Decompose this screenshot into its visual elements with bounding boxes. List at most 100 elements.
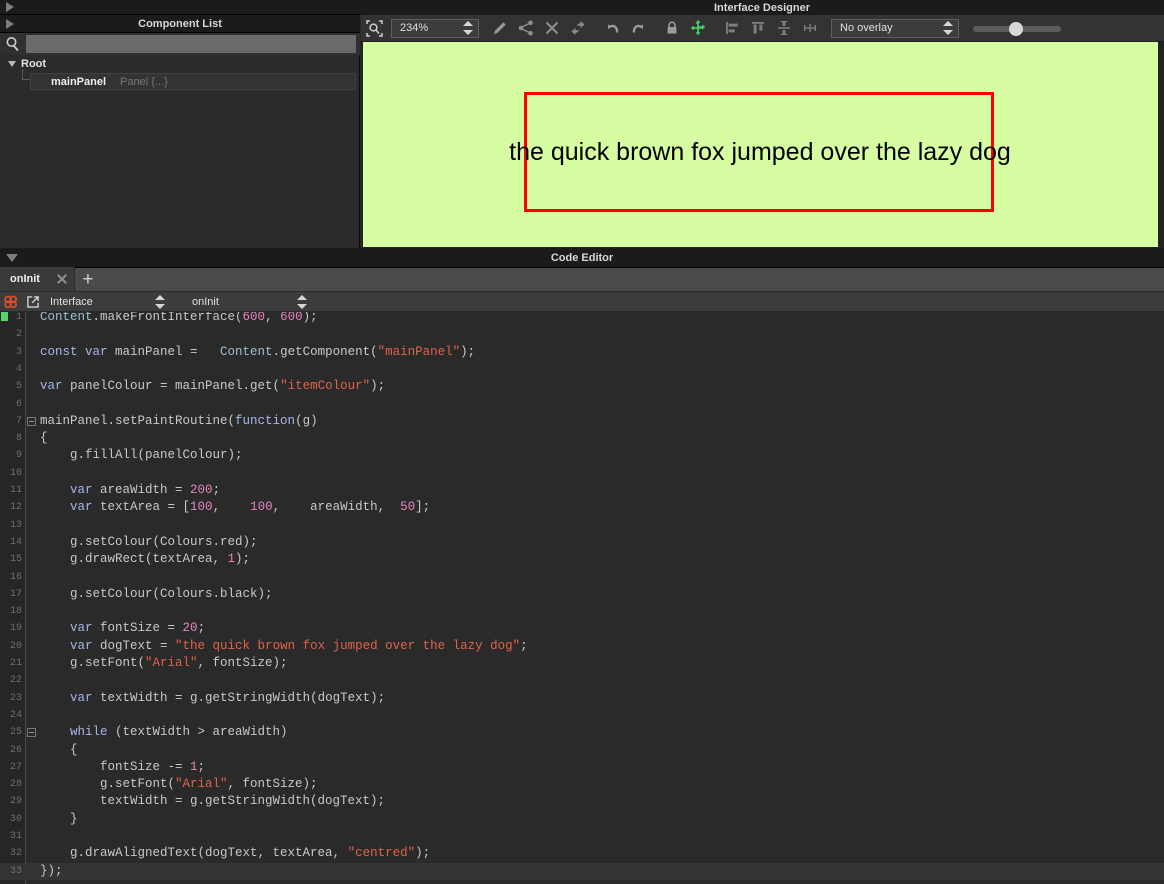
delete-x-icon[interactable] [539,15,565,42]
code-line[interactable]: 24 [0,707,1164,724]
lock-icon[interactable] [659,15,685,42]
code-line[interactable]: 8{ [0,430,1164,447]
line-number: 11 [9,485,22,496]
code-line[interactable]: 32 g.drawAlignedText(dogText, textArea, … [0,845,1164,862]
callback-select[interactable]: onInit [186,292,316,312]
code-line[interactable]: 29 textWidth = g.getStringWidth(dogText)… [0,793,1164,810]
line-number: 12 [9,502,22,514]
code-line[interactable]: 23 var textWidth = g.getStringWidth(dogT… [0,690,1164,707]
line-number: 28 [9,779,22,791]
code-line[interactable]: 6 [0,396,1164,413]
code-line[interactable]: 28 g.setFont("Arial", fontSize); [0,776,1164,793]
line-number: 27 [9,761,22,773]
component-list-title: Component List [138,17,222,30]
external-link-icon[interactable] [22,292,44,312]
code-line[interactable]: 26 { [0,742,1164,759]
tree-item-mainpanel[interactable]: mainPanel Panel {...} [30,73,356,90]
code-line[interactable]: 11 var areaWidth = 200; [0,482,1164,499]
code-line[interactable]: 19 var fontSize = 20; [0,620,1164,637]
code-text: mainPanel.setPaintRoutine(function(g) [40,413,318,428]
code-line[interactable]: 1 Content.makeFrontInterface(600, 600); [0,312,1164,326]
align-top-icon[interactable] [745,15,771,42]
code-text: textWidth = g.getStringWidth(dogText); [40,794,386,809]
code-line[interactable]: 27 fontSize -= 1; [0,759,1164,776]
search-input[interactable] [26,35,356,53]
code-line[interactable]: 18 [0,603,1164,620]
code-line[interactable]: 25 while (textWidth > areaWidth) [0,724,1164,741]
code-area[interactable]: 1 Content.makeFrontInterface(600, 600); 2 3… [0,312,1164,884]
overlay-stepper-icon[interactable] [942,21,954,35]
zoom-slider[interactable] [973,19,1061,38]
link-chain-icon[interactable] [0,292,22,312]
code-text: g.setColour(Colours.black); [40,586,273,601]
code-line[interactable]: 20 var dogText = "the quick brown fox ju… [0,638,1164,655]
component-tree: Root mainPanel Panel {...} [0,55,360,248]
code-line[interactable]: 4 [0,361,1164,378]
code-line[interactable]: 33}); [0,862,1164,880]
scope-stepper-icon[interactable] [154,294,166,309]
code-editor-collapse-icon[interactable] [6,253,18,262]
code-line[interactable]: 21 g.setFont("Arial", fontSize); [0,655,1164,672]
code-line[interactable]: 7 mainPanel.setPaintRoutine(function(g) [0,413,1164,430]
code-text: } [40,811,78,826]
code-line[interactable]: 14 g.setColour(Colours.red); [0,534,1164,551]
toolbar-spacer-4 [711,15,719,42]
callback-stepper-icon[interactable] [296,294,308,309]
component-list-titlebar: Component List [0,15,360,33]
move-icon[interactable] [685,15,711,42]
code-line[interactable]: 15 g.drawRect(textArea, 1); [0,551,1164,568]
undo-icon[interactable] [599,15,625,42]
code-line[interactable]: 2 [0,326,1164,343]
line-number: 15 [9,554,22,566]
line-number: 33 [9,865,22,877]
code-line[interactable]: 13 [0,517,1164,534]
expand-triangle-icon[interactable] [6,2,14,12]
close-icon[interactable] [54,271,70,287]
zoom-stepper-icon[interactable] [462,21,474,35]
swap-icon[interactable] [565,15,591,42]
chevron-down-icon[interactable] [8,61,16,67]
code-line[interactable]: 22 [0,672,1164,689]
code-line[interactable]: 3 const var mainPanel = Content.getCompon… [0,344,1164,361]
fold-toggle-icon[interactable] [27,416,36,426]
code-line[interactable]: 9 g.fillAll(panelColour); [0,447,1164,464]
line-number: 22 [9,675,22,687]
code-text: g.setFont("Arial", fontSize); [40,777,318,792]
zoom-slider-knob[interactable] [1009,21,1023,36]
scope-select[interactable]: Interface [44,292,174,312]
code-text: g.fillAll(panelColour); [40,448,243,463]
line-number: 2 [15,329,22,341]
component-search-bar [0,33,360,55]
code-editor-tabbar: onInit + [0,267,1164,292]
distribute-horizontal-icon[interactable] [797,15,823,42]
align-left-icon[interactable] [719,15,745,42]
connect-share-icon[interactable] [513,15,539,42]
distribute-vertical-icon[interactable] [771,15,797,42]
designer-canvas-area[interactable]: the quick brown fox jumped over the lazy… [361,42,1164,248]
tree-elbow-line [22,69,30,80]
search-icon [0,33,26,55]
main-panel-canvas[interactable]: the quick brown fox jumped over the lazy… [363,42,1158,247]
code-line[interactable]: 17 g.setColour(Colours.black); [0,586,1164,603]
line-number: 30 [9,813,22,825]
fold-toggle-icon[interactable] [27,728,36,738]
edit-pencil-icon[interactable] [487,15,513,42]
code-line[interactable]: 31 [0,828,1164,845]
zoom-to-fit-icon[interactable] [361,15,387,42]
code-line[interactable]: 5 var panelColour = mainPanel.get("itemCo… [0,378,1164,395]
overlay-select[interactable]: No overlay [831,18,959,38]
code-text: { [40,431,48,446]
code-line[interactable]: 16 [0,569,1164,586]
line-number: 6 [15,398,22,410]
code-line[interactable]: 30 } [0,811,1164,828]
line-number: 25 [9,727,22,739]
line-number: 7 [15,415,22,427]
redo-icon[interactable] [625,15,651,42]
tab-oninit[interactable]: onInit [0,267,75,291]
tree-root-row[interactable]: Root [0,55,360,73]
add-tab-button[interactable]: + [75,267,101,291]
code-line[interactable]: 10 [0,465,1164,482]
zoom-level-combo[interactable]: 234% [391,18,479,38]
code-line[interactable]: 12 var textArea = [100, 100, areaWidth, … [0,499,1164,516]
component-list-expand-icon[interactable] [6,18,14,29]
